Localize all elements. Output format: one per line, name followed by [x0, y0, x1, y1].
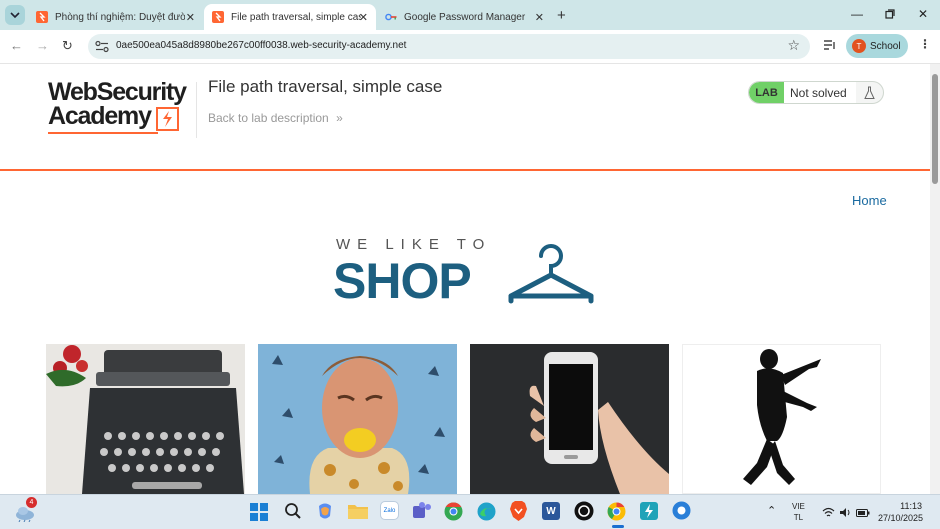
- web-page: WebSecurity Academy File path traversal,…: [0, 64, 930, 494]
- restore-icon[interactable]: [885, 8, 895, 22]
- weather-widget[interactable]: 4: [14, 497, 37, 527]
- double-chevron-right-icon: »: [336, 111, 343, 125]
- url-text: 0ae500ea045a8d8980be267c00ff0038.web-sec…: [116, 40, 407, 51]
- close-tab-icon[interactable]: ✕: [535, 11, 544, 24]
- volume-icon[interactable]: [839, 505, 851, 523]
- google-key-icon: [385, 13, 397, 21]
- tab-file-path-traversal[interactable]: File path traversal, simple case ✕: [204, 4, 376, 30]
- lab-status-text: Not solved: [784, 82, 856, 103]
- windows-start-icon[interactable]: [250, 503, 268, 526]
- file-explorer-icon[interactable]: [348, 503, 368, 524]
- reload-icon[interactable]: ↻: [62, 38, 73, 54]
- browser-app-icon[interactable]: [672, 501, 691, 525]
- zalo-icon[interactable]: Zalo: [380, 501, 399, 520]
- new-tab-icon[interactable]: +: [557, 7, 566, 24]
- tab-title: Google Password Manager: [404, 11, 526, 23]
- chevron-up-icon[interactable]: ⌃: [767, 504, 776, 517]
- profile-name: School: [870, 40, 901, 52]
- language-indicator[interactable]: VIE TL: [792, 501, 805, 523]
- circle-app-icon[interactable]: [574, 501, 594, 526]
- copilot-icon[interactable]: [316, 502, 334, 525]
- tab-search-button[interactable]: [5, 5, 25, 25]
- search-icon[interactable]: [284, 502, 302, 525]
- address-bar[interactable]: 0ae500ea045a8d8980be267c00ff0038.web-sec…: [88, 34, 810, 59]
- tab-title: File path traversal, simple case: [231, 11, 361, 23]
- lab-badge: LAB: [749, 82, 784, 103]
- language-line1: VIE: [792, 502, 805, 511]
- battery-icon[interactable]: [856, 505, 870, 523]
- header-accent-rule: [0, 169, 930, 171]
- browser-toolbar: ← → ↻ 0ae500ea045a8d8980be267c00ff0038.w…: [0, 30, 940, 64]
- product-image-man-biting-lemon[interactable]: [258, 344, 457, 494]
- edge-icon[interactable]: [477, 502, 496, 526]
- lab-status-widget: LAB Not solved: [748, 81, 884, 104]
- clothes-hanger-icon: [508, 244, 594, 304]
- windows-taskbar: 4 Zalo W ⌃ VIE TL 11:13 27/10/2025: [0, 494, 940, 529]
- product-image-zombie-silhouette[interactable]: [682, 344, 881, 494]
- header-divider: [196, 82, 197, 138]
- back-link-label: Back to lab description: [208, 111, 329, 125]
- product-image-typewriter[interactable]: [46, 344, 245, 494]
- brave-icon[interactable]: [510, 501, 527, 526]
- clock-time: 11:13: [900, 501, 922, 511]
- active-app-indicator: [612, 525, 624, 528]
- teams-icon[interactable]: [412, 502, 432, 525]
- site-settings-icon: [95, 40, 109, 53]
- minimize-icon[interactable]: —: [851, 7, 863, 21]
- lab-title: File path traversal, simple case: [208, 77, 443, 96]
- language-line2: TL: [793, 513, 804, 522]
- close-tab-icon[interactable]: ✕: [359, 11, 368, 24]
- back-arrow-icon[interactable]: ←: [10, 38, 23, 53]
- scrollbar-thumb[interactable]: [932, 74, 938, 184]
- product-image-smartphone-in-hand[interactable]: [470, 344, 669, 494]
- more-menu-icon[interactable]: ⋮: [919, 37, 931, 51]
- notification-badge: 4: [26, 497, 37, 508]
- close-window-icon[interactable]: ✕: [918, 7, 928, 21]
- tab-lab-vi[interactable]: Phòng thí nghiệm: Duyệt đườn ✕: [28, 4, 203, 30]
- bookmark-star-icon[interactable]: ☆: [787, 37, 800, 54]
- page-scrollbar[interactable]: [930, 64, 940, 494]
- avatar: T: [852, 39, 866, 53]
- web-security-academy-logo[interactable]: WebSecurity Academy: [48, 80, 198, 136]
- shop-title: SHOP: [333, 253, 472, 309]
- home-link[interactable]: Home: [852, 193, 887, 208]
- reading-list-icon[interactable]: [823, 39, 836, 54]
- lightning-app-icon[interactable]: [640, 502, 658, 520]
- chevron-down-icon: [10, 12, 20, 19]
- tab-google-password-manager[interactable]: Google Password Manager ✕: [377, 4, 552, 30]
- portswigger-favicon-icon: [212, 11, 224, 23]
- chrome-profile-icon[interactable]: [444, 502, 463, 526]
- wifi-icon[interactable]: [822, 505, 835, 523]
- logo-text-line1: WebSecurity: [48, 78, 187, 106]
- browser-tab-strip: Phòng thí nghiệm: Duyệt đườn ✕ File path…: [0, 0, 940, 30]
- word-icon[interactable]: W: [542, 502, 560, 520]
- chrome-icon[interactable]: [607, 502, 626, 526]
- clock-date: 27/10/2025: [878, 513, 924, 523]
- logo-underline: [48, 132, 158, 134]
- clock[interactable]: 11:13 27/10/2025: [878, 500, 924, 524]
- flask-icon: [856, 82, 883, 103]
- close-tab-icon[interactable]: ✕: [186, 11, 195, 24]
- shop-tagline: WE LIKE TO: [336, 236, 492, 253]
- tab-title: Phòng thí nghiệm: Duyệt đườn: [55, 11, 185, 23]
- lightning-bolt-icon: [156, 107, 179, 131]
- back-to-lab-description-link[interactable]: Back to lab description »: [208, 111, 343, 125]
- profile-button[interactable]: T School: [846, 34, 908, 58]
- forward-arrow-icon[interactable]: →: [36, 38, 49, 53]
- portswigger-favicon-icon: [36, 11, 48, 23]
